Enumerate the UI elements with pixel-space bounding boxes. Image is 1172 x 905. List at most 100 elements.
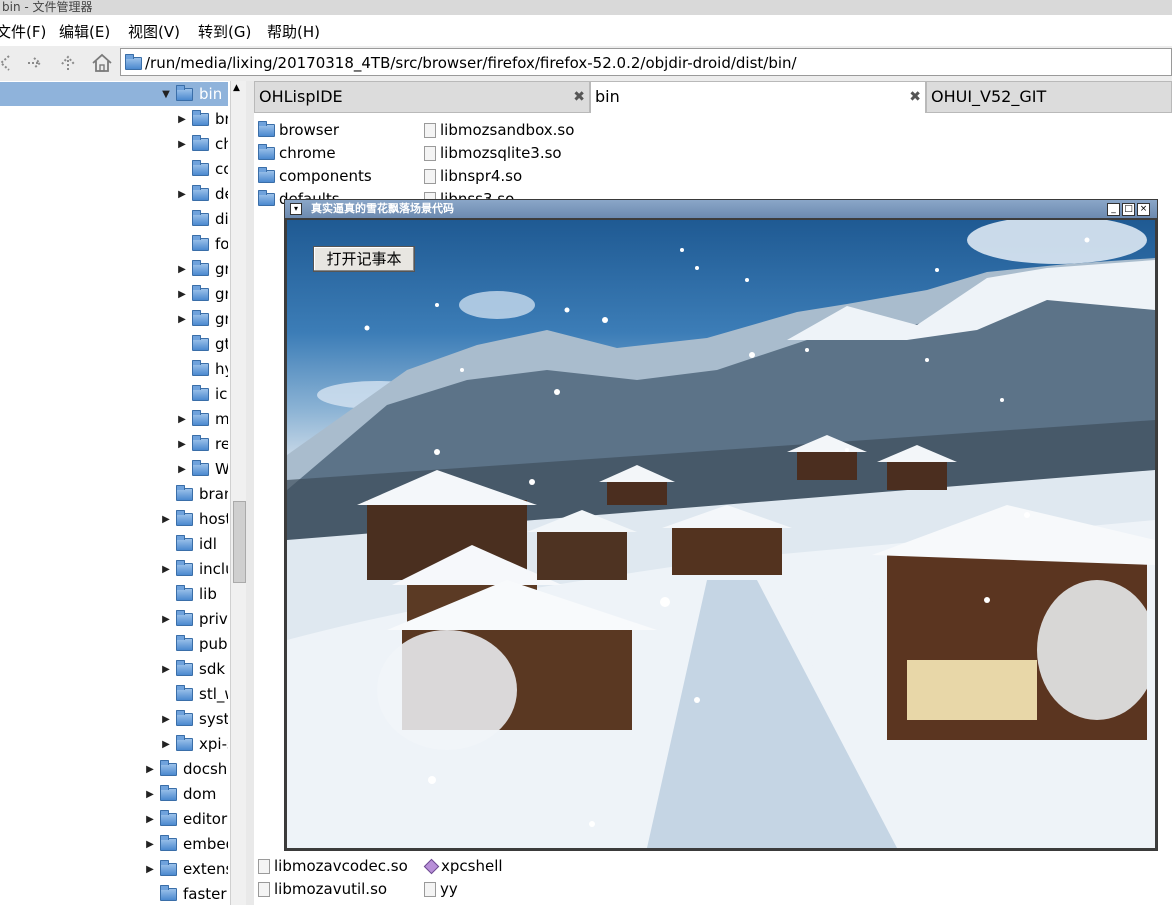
tree-item[interactable]: faster (144, 883, 227, 905)
file-item[interactable]: xpcshell (423, 855, 503, 877)
tree-item[interactable]: ▶ We (176, 458, 228, 480)
collapsed-arrow-icon[interactable]: ▶ (176, 139, 188, 150)
tree-item[interactable]: stl_w (160, 683, 228, 705)
file-item[interactable]: libmozsandbox.so (424, 119, 574, 141)
collapsed-arrow-icon[interactable]: ▶ (176, 189, 188, 200)
file-item[interactable]: browser (258, 119, 339, 141)
collapsed-arrow-icon[interactable]: ▶ (144, 864, 156, 875)
tree-item[interactable]: dic (176, 208, 228, 230)
system-menu-icon[interactable]: ▾ (290, 203, 302, 215)
tree-item[interactable]: brand (160, 483, 228, 505)
tree-item[interactable]: ▶ gm (176, 308, 228, 330)
tree-item[interactable]: ▼ bin (160, 83, 222, 105)
back-arrow-icon[interactable] (0, 50, 18, 76)
menu-edit[interactable]: 编辑(E) (59, 21, 110, 42)
tree-item[interactable]: lib (160, 583, 217, 605)
tree-item[interactable]: ▶ mo (176, 408, 228, 430)
scrollbar-thumb[interactable] (233, 501, 246, 583)
tree-scrollbar[interactable]: ▲ (230, 81, 247, 905)
collapsed-arrow-icon[interactable]: ▶ (160, 739, 172, 750)
tree-item-label: embed (183, 835, 228, 853)
collapsed-arrow-icon[interactable]: ▶ (144, 814, 156, 825)
file-name: libnspr4.so (440, 167, 523, 185)
maximize-icon[interactable]: □ (1122, 203, 1135, 216)
collapsed-arrow-icon[interactable]: ▶ (176, 264, 188, 275)
tree-item[interactable]: ▶ res (176, 433, 228, 455)
tree-item[interactable]: ▶ bro (176, 108, 228, 130)
collapsed-arrow-icon[interactable]: ▶ (176, 439, 188, 450)
tree-item[interactable]: ▶ extens (144, 858, 228, 880)
close-icon[interactable]: ✖ (573, 89, 585, 105)
forward-arrow-icon[interactable] (22, 50, 48, 76)
minimize-icon[interactable]: _ (1107, 203, 1120, 216)
file-item[interactable]: libmozavcodec.so (258, 855, 408, 877)
folder-icon (258, 189, 275, 206)
tree-item[interactable]: ▶ dom (144, 783, 216, 805)
executable-icon (423, 858, 440, 874)
tree-item[interactable]: fon (176, 233, 228, 255)
file-item[interactable]: libmozavutil.so (258, 878, 387, 900)
tab-ohui-v52-git[interactable]: OHUI_V52_GIT (926, 81, 1172, 113)
tree-item[interactable]: ▶ def (176, 183, 228, 205)
file-item[interactable]: components (258, 165, 372, 187)
file-item[interactable]: libmozsqlite3.so (424, 142, 562, 164)
menu-go[interactable]: 转到(G) (198, 21, 251, 42)
tree-item[interactable]: idl (160, 533, 217, 555)
tree-item[interactable]: ▶ gm (176, 283, 228, 305)
menu-view[interactable]: 视图(V) (128, 21, 180, 42)
tree-item[interactable]: gto (176, 333, 228, 355)
expanded-arrow-icon[interactable]: ▼ (160, 89, 172, 100)
tree-item[interactable]: ▶ chr (176, 133, 228, 155)
folder-icon (192, 209, 209, 226)
menu-file[interactable]: 文件(F) (0, 21, 46, 42)
tree-item[interactable]: ▶ priva (160, 608, 228, 630)
collapsed-arrow-icon[interactable]: ▶ (144, 839, 156, 850)
address-bar[interactable]: /run/media/lixing/20170318_4TB/src/brows… (120, 48, 1172, 76)
tree-item[interactable]: ▶ host (160, 508, 228, 530)
file-item[interactable]: libnspr4.so (424, 165, 522, 187)
collapsed-arrow-icon[interactable]: ▶ (176, 314, 188, 325)
pane-splitter[interactable] (246, 81, 254, 905)
overlay-title: 真实逼真的雪花飘落场景代码 (311, 202, 454, 215)
folder-icon (160, 809, 177, 826)
tree-item[interactable]: ▶ docsh (144, 758, 227, 780)
tree-item[interactable]: ▶ editor (144, 808, 227, 830)
close-icon[interactable]: × (1137, 203, 1150, 216)
tab-ohlispide[interactable]: OHLispIDE ✖ (254, 81, 590, 113)
collapsed-arrow-icon[interactable]: ▶ (176, 114, 188, 125)
collapsed-arrow-icon[interactable]: ▶ (176, 289, 188, 300)
tree-item[interactable]: ▶ gm (176, 258, 228, 280)
tree-item[interactable]: ico (176, 383, 228, 405)
tree-item[interactable]: hyp (176, 358, 228, 380)
collapsed-arrow-icon[interactable]: ▶ (160, 564, 172, 575)
tab-bin[interactable]: bin ✖ (590, 81, 926, 113)
tab-bar: OHLispIDE ✖ bin ✖ OHUI_V52_GIT (254, 81, 1172, 114)
tree-item[interactable]: publi (160, 633, 228, 655)
collapsed-arrow-icon[interactable]: ▶ (176, 414, 188, 425)
scroll-up-icon[interactable]: ▲ (233, 83, 240, 93)
folder-icon (192, 234, 209, 251)
tree-item[interactable]: ▶ xpi-s (160, 733, 228, 755)
tree-item[interactable]: ▶ syst (160, 708, 228, 730)
tree-item[interactable]: cor (176, 158, 228, 180)
collapsed-arrow-icon[interactable]: ▶ (144, 764, 156, 775)
collapsed-arrow-icon[interactable]: ▶ (144, 789, 156, 800)
file-icon (258, 858, 270, 874)
file-item[interactable]: chrome (258, 142, 336, 164)
file-item[interactable]: yy (424, 878, 458, 900)
home-icon[interactable] (89, 50, 115, 76)
tree-item[interactable]: ▶ embed (144, 833, 228, 855)
tree-item[interactable]: ▶ inclu (160, 558, 228, 580)
tree-item[interactable]: ▶ sdk (160, 658, 225, 680)
collapsed-arrow-icon[interactable]: ▶ (160, 514, 172, 525)
open-notepad-button[interactable]: 打开记事本 (313, 246, 415, 272)
up-arrow-icon[interactable] (55, 50, 81, 76)
collapsed-arrow-icon[interactable]: ▶ (160, 614, 172, 625)
collapsed-arrow-icon[interactable]: ▶ (160, 714, 172, 725)
menu-help[interactable]: 帮助(H) (267, 21, 320, 42)
file-name: libmozsqlite3.so (440, 144, 562, 162)
tree-item-label: brand (199, 485, 228, 503)
close-icon[interactable]: ✖ (909, 89, 921, 105)
collapsed-arrow-icon[interactable]: ▶ (160, 664, 172, 675)
collapsed-arrow-icon[interactable]: ▶ (176, 464, 188, 475)
